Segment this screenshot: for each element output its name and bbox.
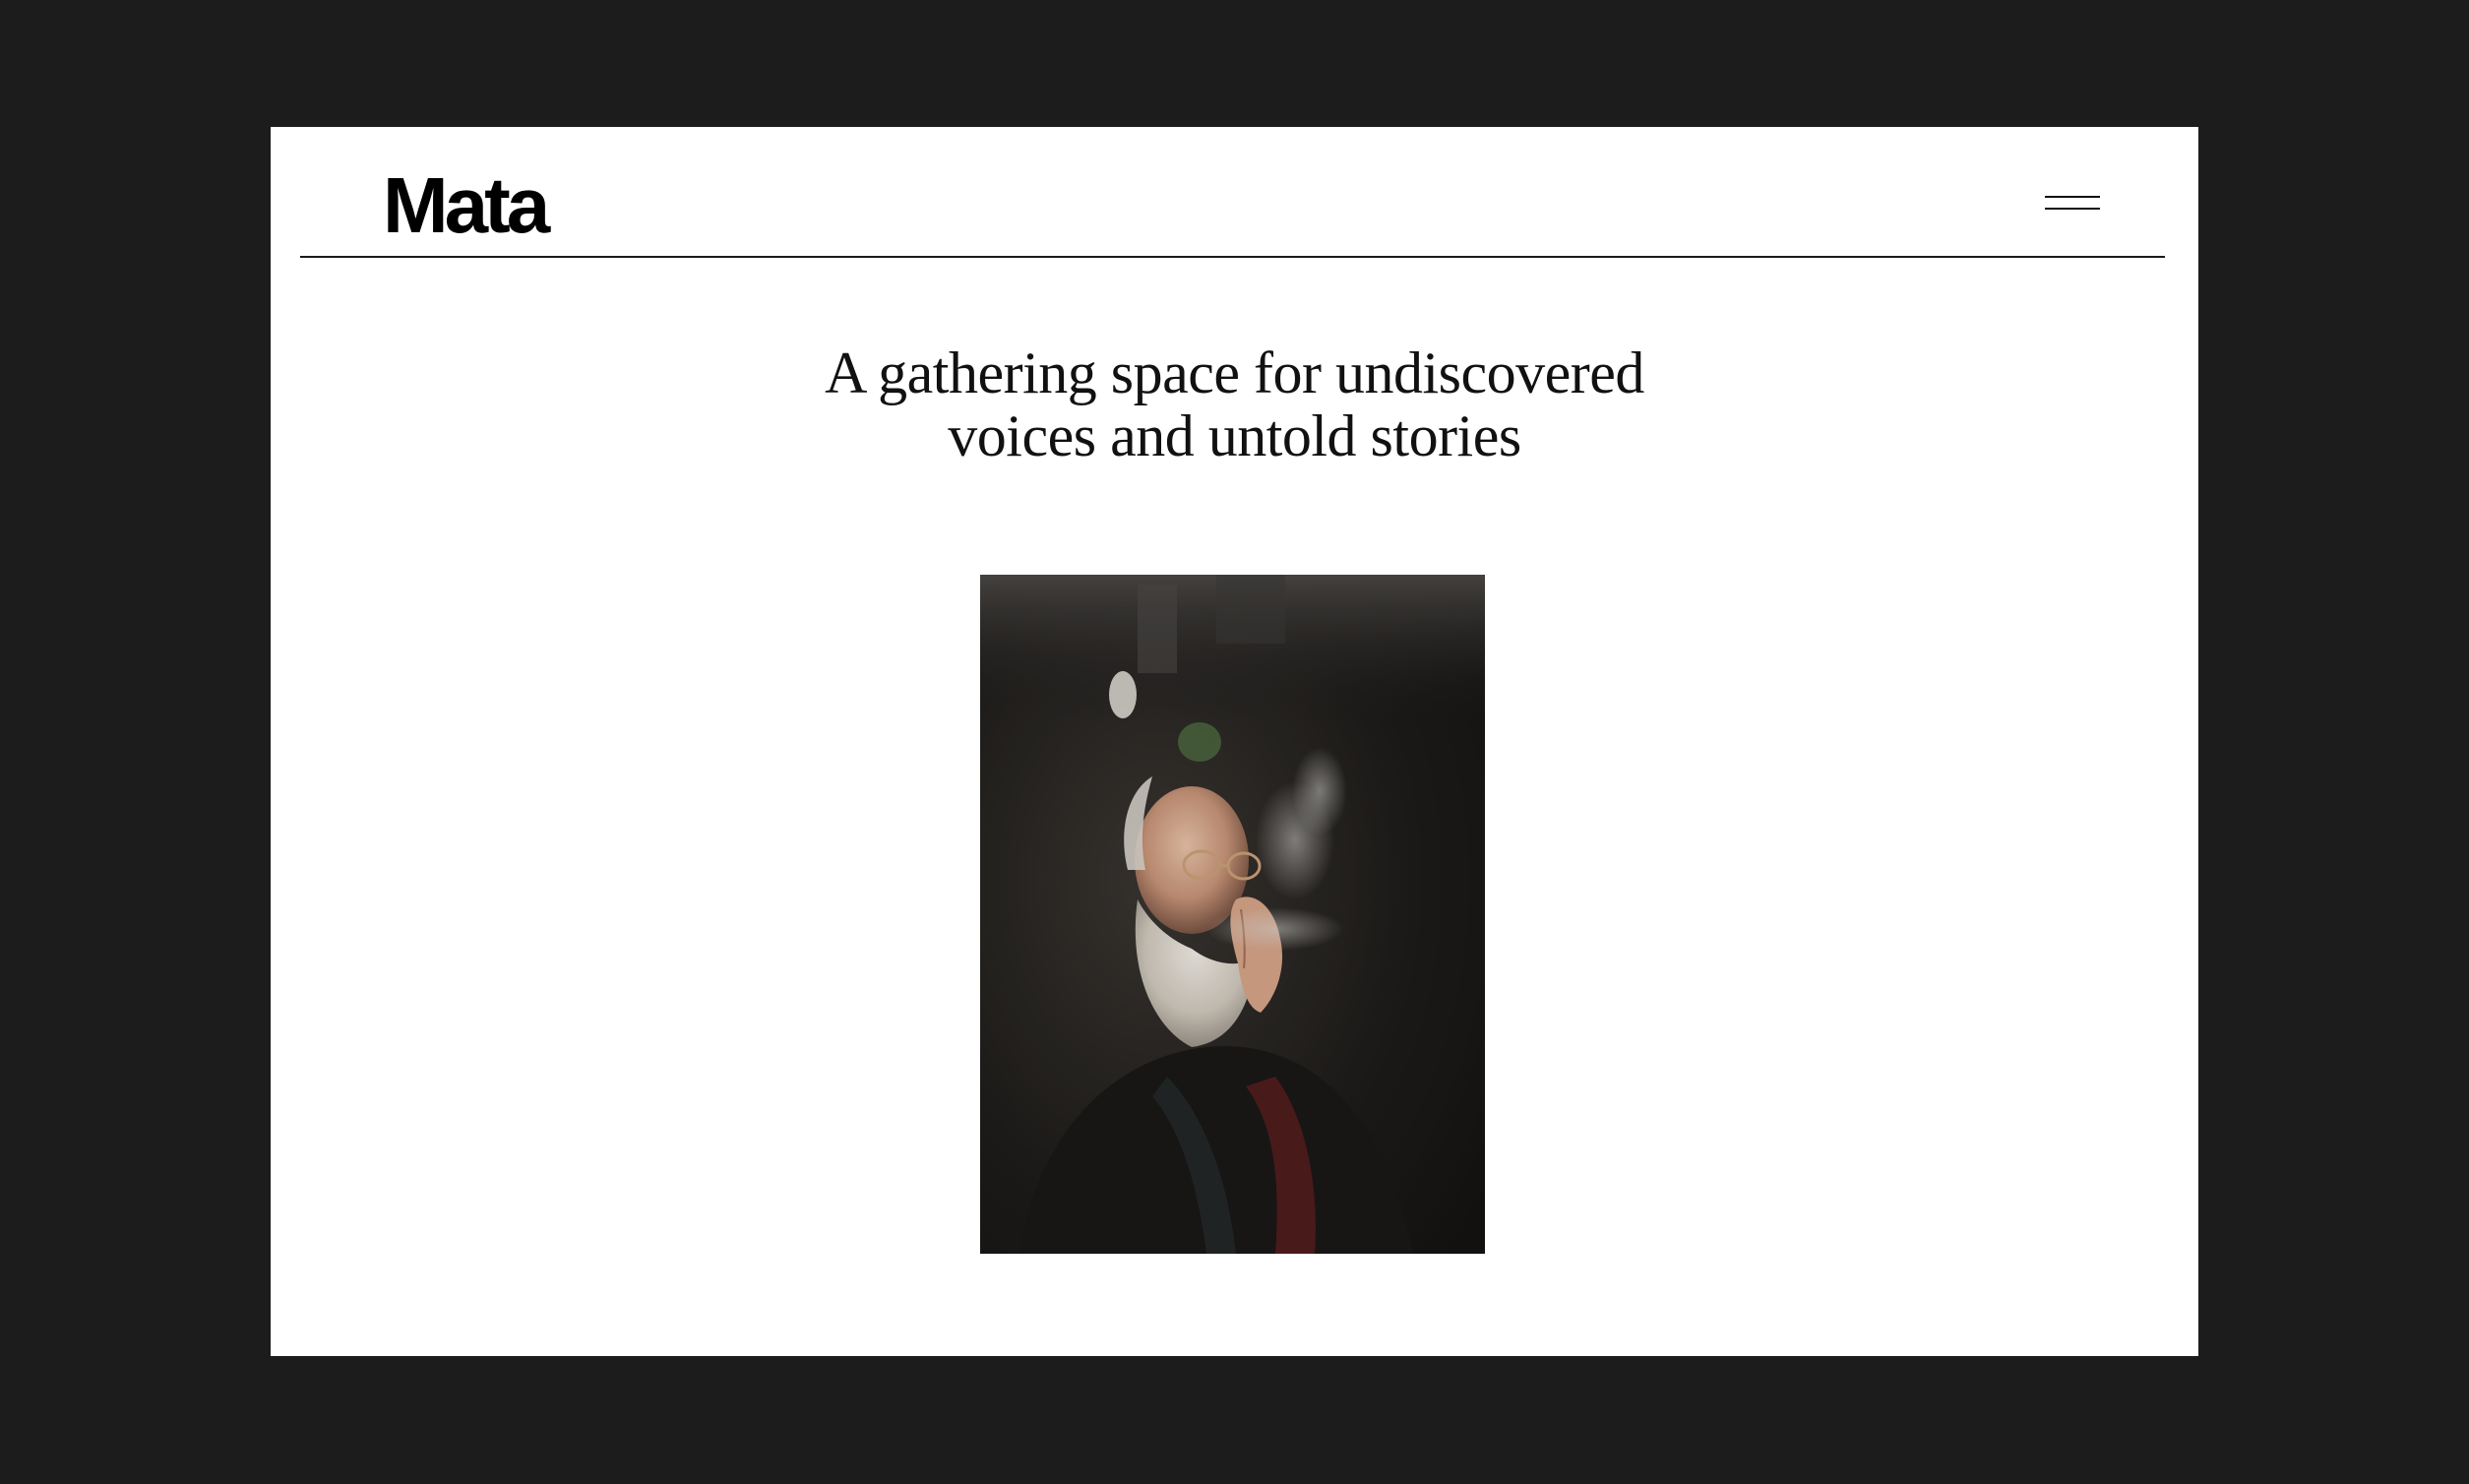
menu-button[interactable] [2045, 196, 2100, 216]
portrait-photo [980, 575, 1485, 1254]
site-logo[interactable]: Mata [383, 166, 550, 245]
hero-headline-line-2: voices and untold stories [948, 403, 1521, 468]
hamburger-menu-icon [2045, 196, 2100, 198]
hero-headline-line-1: A gathering space for undiscovered [825, 340, 1644, 405]
hero-headline: A gathering space for undiscovered voice… [271, 341, 2198, 467]
page-card: Mata A gathering space for undiscovered … [271, 127, 2198, 1356]
site-header: Mata [300, 127, 2165, 258]
